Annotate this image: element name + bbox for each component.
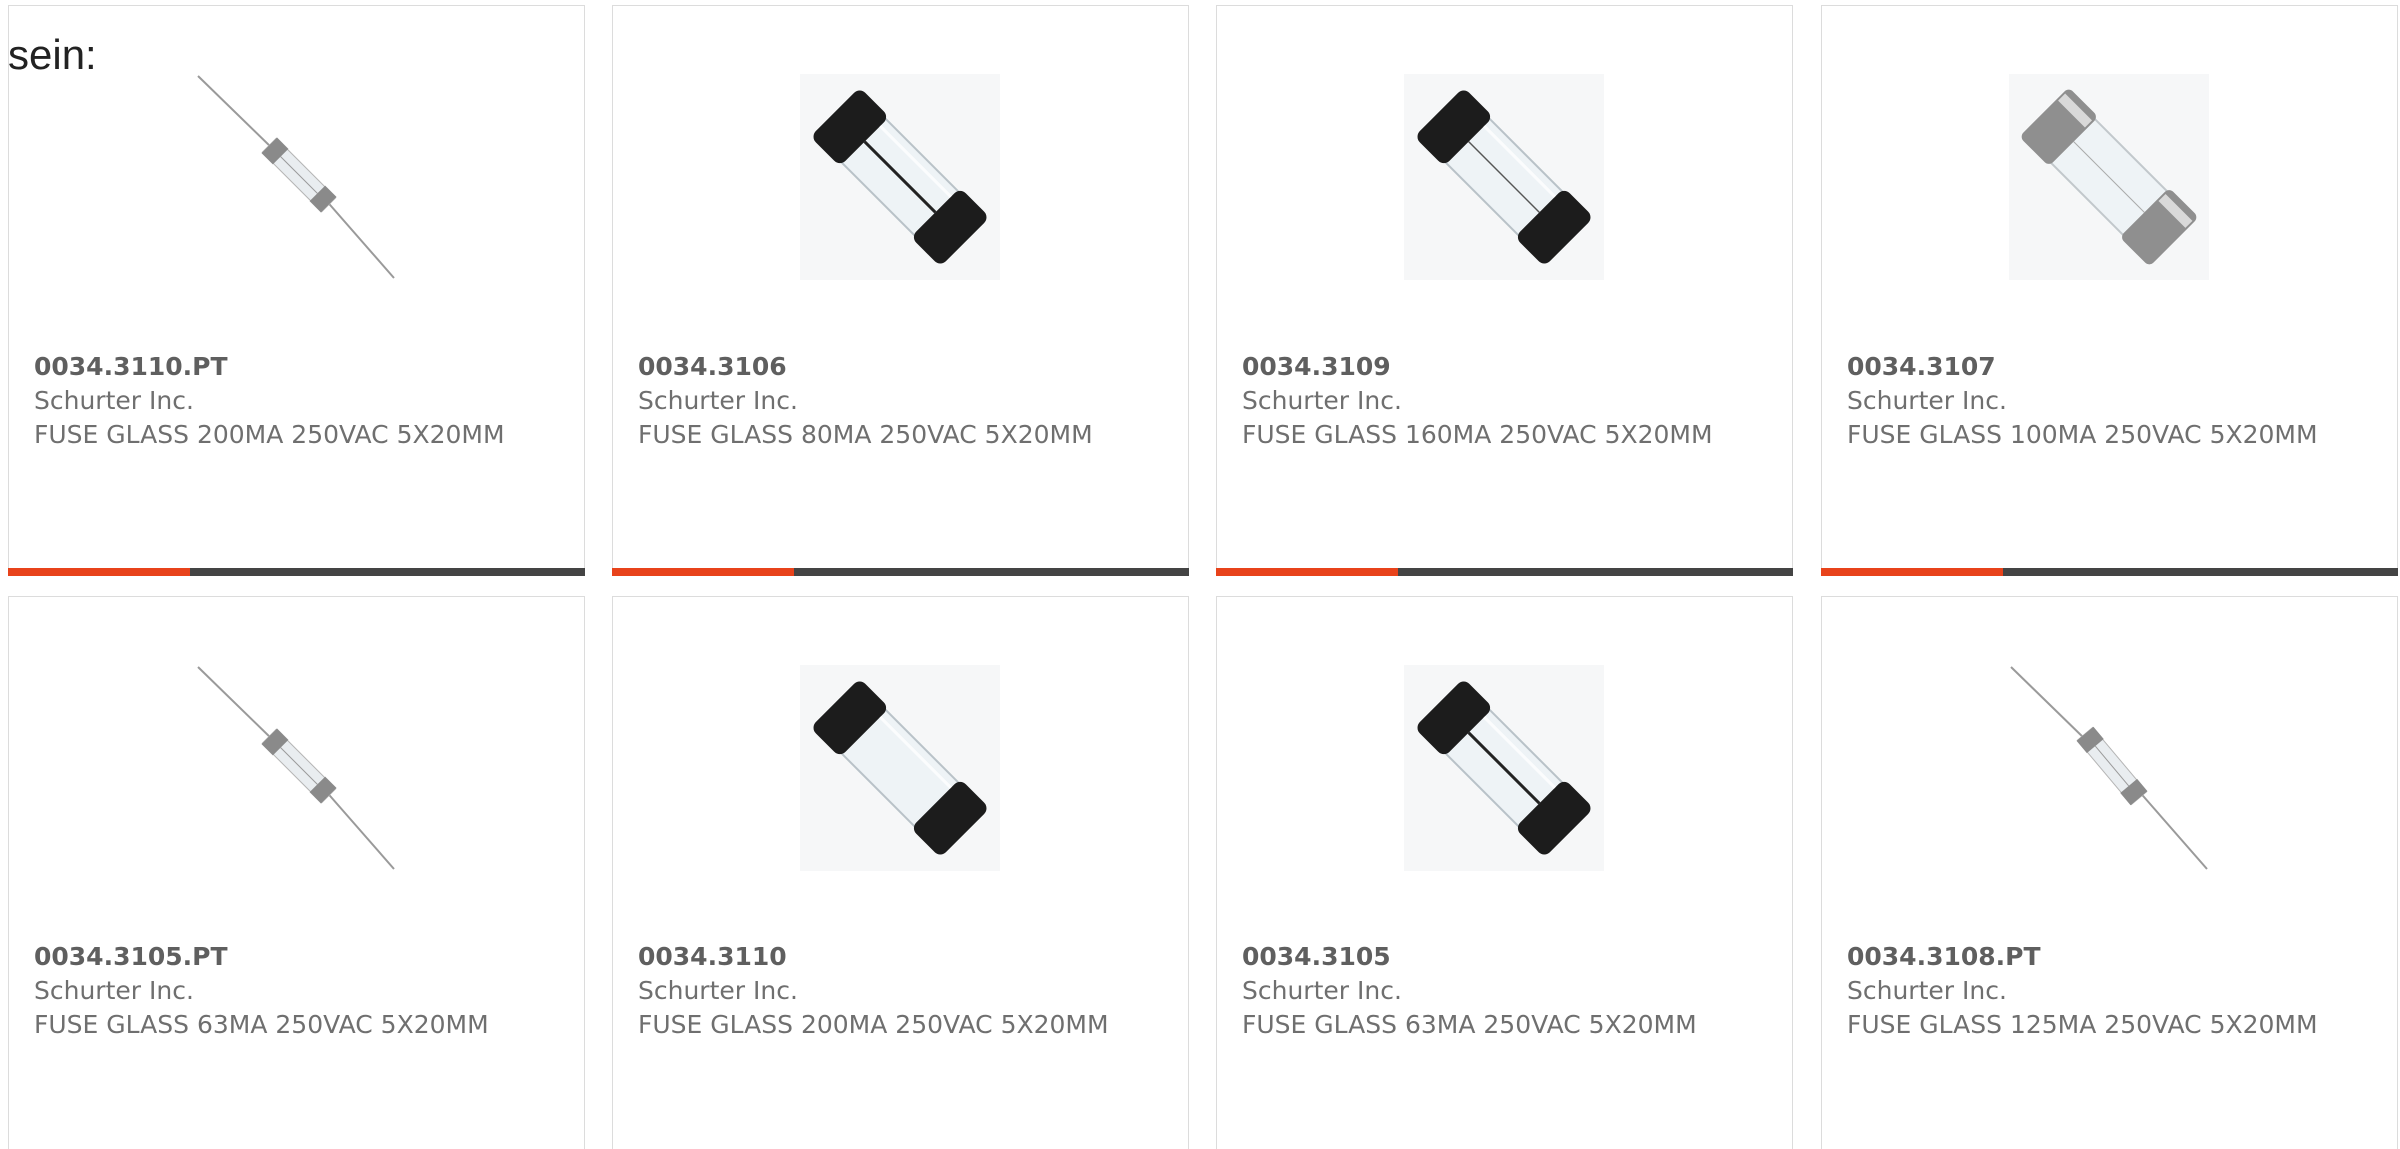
manufacturer: Schurter Inc. bbox=[638, 386, 798, 415]
part-number[interactable]: 0034.3108.PT bbox=[1847, 940, 2367, 974]
card-accent-bar bbox=[1216, 568, 1398, 576]
part-number[interactable]: 0034.3106 bbox=[638, 350, 1158, 384]
product-card[interactable]: 0034.3106 Schurter Inc. FUSE GLASS 80MA … bbox=[612, 5, 1189, 576]
product-card[interactable]: 0034.3108.PT Schurter Inc. FUSE GLASS 12… bbox=[1821, 596, 2398, 1149]
product-card[interactable]: 0034.3110 Schurter Inc. FUSE GLASS 200MA… bbox=[612, 596, 1189, 1149]
manufacturer: Schurter Inc. bbox=[1242, 386, 1402, 415]
part-number[interactable]: 0034.3109 bbox=[1242, 350, 1762, 384]
card-accent-bar bbox=[8, 568, 190, 576]
manufacturer: Schurter Inc. bbox=[1847, 386, 2007, 415]
product-card[interactable]: 0034.3110.PT Schurter Inc. FUSE GLASS 20… bbox=[8, 5, 585, 576]
manufacturer: Schurter Inc. bbox=[1242, 976, 1402, 1005]
product-grid-page: sein: 0034.3110.PT Schurter Inc. FUSE GL… bbox=[0, 0, 2400, 1149]
part-number[interactable]: 0034.3110.PT bbox=[34, 350, 554, 384]
manufacturer: Schurter Inc. bbox=[1847, 976, 2007, 1005]
product-card[interactable]: 0034.3109 Schurter Inc. FUSE GLASS 160MA… bbox=[1216, 5, 1793, 576]
fuse-pigtail-icon[interactable] bbox=[196, 74, 396, 280]
fuse-pigtail-icon[interactable] bbox=[196, 665, 396, 871]
card-accent-bar bbox=[612, 568, 794, 576]
card-footer-bar bbox=[612, 568, 1189, 576]
card-accent-bar bbox=[1821, 568, 2003, 576]
product-card[interactable]: 0034.3105 Schurter Inc. FUSE GLASS 63MA … bbox=[1216, 596, 1793, 1149]
fuse-pigtail-icon[interactable] bbox=[2009, 665, 2209, 871]
intro-text: sein: bbox=[8, 31, 97, 78]
product-description: FUSE GLASS 80MA 250VAC 5X20MM bbox=[638, 420, 1093, 449]
manufacturer: Schurter Inc. bbox=[34, 386, 194, 415]
card-footer-bar bbox=[8, 568, 585, 576]
card-footer-bar bbox=[1216, 568, 1793, 576]
fuse-cartridge-silver-icon[interactable] bbox=[2009, 74, 2209, 280]
product-description: FUSE GLASS 63MA 250VAC 5X20MM bbox=[34, 1010, 489, 1039]
product-description: FUSE GLASS 200MA 250VAC 5X20MM bbox=[638, 1010, 1109, 1039]
product-card[interactable]: 0034.3105.PT Schurter Inc. FUSE GLASS 63… bbox=[8, 596, 585, 1149]
part-number[interactable]: 0034.3107 bbox=[1847, 350, 2367, 384]
card-footer-bar bbox=[1821, 568, 2398, 576]
fuse-cartridge-black-icon[interactable] bbox=[800, 74, 1000, 280]
product-description: FUSE GLASS 200MA 250VAC 5X20MM bbox=[34, 420, 505, 449]
product-description: FUSE GLASS 100MA 250VAC 5X20MM bbox=[1847, 420, 2318, 449]
product-description: FUSE GLASS 125MA 250VAC 5X20MM bbox=[1847, 1010, 2318, 1039]
fuse-cartridge-black-icon[interactable] bbox=[800, 665, 1000, 871]
product-description: FUSE GLASS 160MA 250VAC 5X20MM bbox=[1242, 420, 1713, 449]
part-number[interactable]: 0034.3110 bbox=[638, 940, 1158, 974]
fuse-cartridge-black-icon[interactable] bbox=[1404, 74, 1604, 280]
product-description: FUSE GLASS 63MA 250VAC 5X20MM bbox=[1242, 1010, 1697, 1039]
fuse-cartridge-black-icon[interactable] bbox=[1404, 665, 1604, 871]
part-number[interactable]: 0034.3105 bbox=[1242, 940, 1762, 974]
part-number[interactable]: 0034.3105.PT bbox=[34, 940, 554, 974]
manufacturer: Schurter Inc. bbox=[638, 976, 798, 1005]
product-card[interactable]: 0034.3107 Schurter Inc. FUSE GLASS 100MA… bbox=[1821, 5, 2398, 576]
manufacturer: Schurter Inc. bbox=[34, 976, 194, 1005]
